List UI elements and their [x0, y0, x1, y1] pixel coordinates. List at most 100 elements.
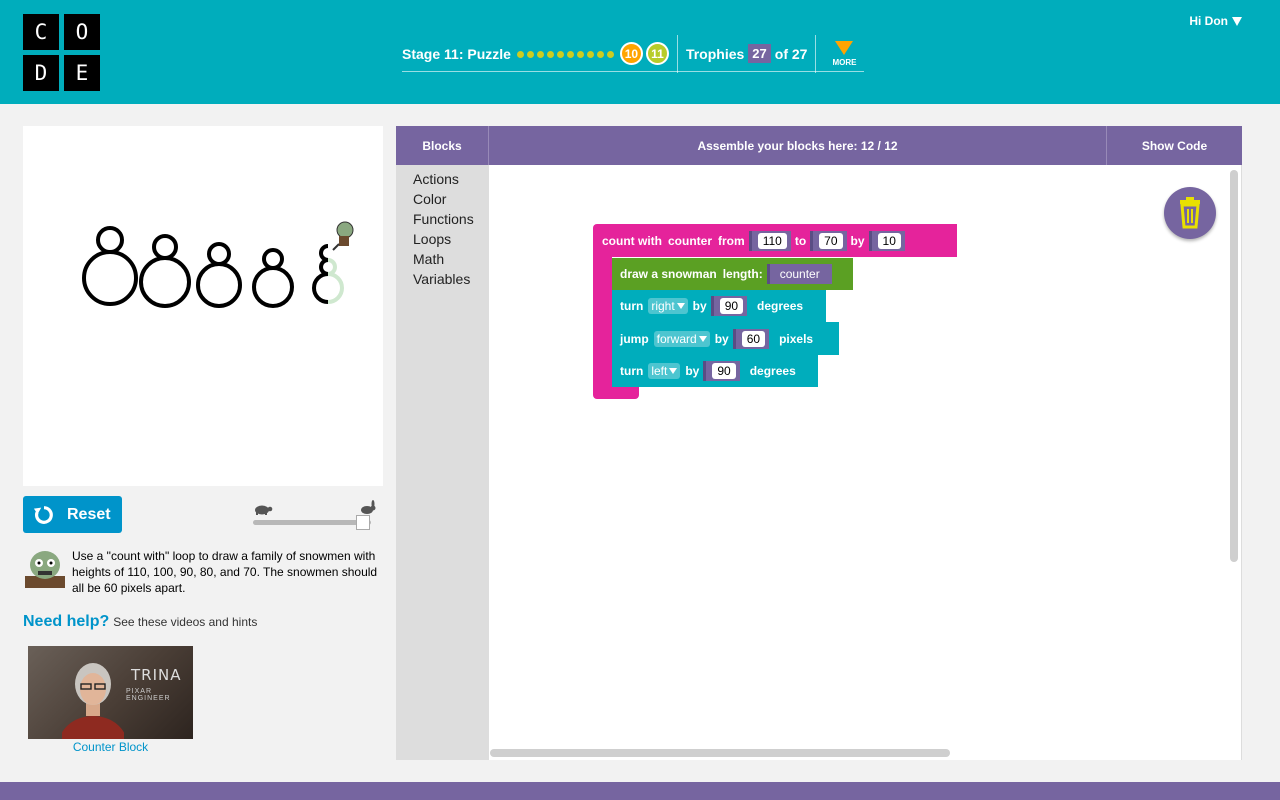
turn-value[interactable]: 90 — [719, 298, 744, 314]
slider-thumb[interactable] — [356, 515, 370, 530]
toolbox-category-variables[interactable]: Variables — [396, 271, 489, 291]
video-presenter-name: TRINA — [131, 666, 182, 684]
puzzle-dot[interactable] — [526, 50, 534, 58]
header-divider — [676, 34, 678, 73]
puzzle-dot[interactable] — [586, 50, 594, 58]
vertical-scrollbar[interactable] — [1230, 170, 1238, 562]
count-loop-bottom[interactable] — [593, 386, 639, 399]
toolbox-category-color[interactable]: Color — [396, 191, 489, 211]
visualization-canvas — [23, 126, 383, 486]
slider-track[interactable] — [253, 520, 371, 525]
turn-value-socket: 90 — [703, 361, 740, 381]
turtle-icon — [255, 505, 273, 515]
speed-slider[interactable] — [251, 500, 379, 532]
assemble-label: Assemble your blocks here: 12 / 12 — [697, 138, 898, 153]
by-value[interactable]: 10 — [877, 232, 901, 249]
turn-right-block[interactable]: turn right by 90 degrees — [612, 290, 826, 322]
video-caption-link[interactable]: Counter Block — [28, 740, 193, 754]
turn-left-block[interactable]: turn left by 90 degrees — [612, 355, 818, 387]
toolbox-category-actions[interactable]: Actions — [396, 171, 489, 191]
snowman-head — [152, 234, 178, 260]
blocks-tab: Blocks — [396, 126, 489, 165]
count-with-label: count with — [602, 233, 662, 248]
to-value[interactable]: 70 — [819, 232, 843, 249]
by-label: by — [692, 299, 707, 313]
count-with-block[interactable]: count with counter from 110 to 70 by 10 — [593, 224, 957, 257]
toolbox-category-loops[interactable]: Loops — [396, 231, 489, 251]
to-label: to — [794, 233, 807, 248]
from-label: from — [718, 233, 745, 248]
puzzle-dot[interactable] — [606, 50, 614, 58]
snowman-body — [82, 250, 138, 306]
more-arrow-icon — [835, 40, 854, 55]
count-loop-body-bar[interactable] — [593, 257, 612, 387]
jump-value-socket: 60 — [732, 328, 770, 349]
horizontal-scrollbar[interactable] — [490, 749, 950, 757]
to-value-socket: 70 — [810, 230, 847, 251]
current-puzzle-bubble[interactable]: 10 — [619, 42, 643, 65]
more-label: MORE — [832, 57, 857, 67]
toolbox-category-functions[interactable]: Functions — [396, 211, 489, 231]
length-variable[interactable]: counter — [766, 264, 832, 284]
jump-value[interactable]: 60 — [741, 330, 766, 347]
counter-variable[interactable]: counter — [668, 234, 712, 248]
logo-letter: D — [23, 55, 59, 91]
trophies-count: 27 — [748, 44, 771, 63]
by-label: by — [714, 331, 729, 346]
puzzle-dot[interactable] — [536, 50, 544, 58]
turn-direction-dropdown[interactable]: right — [648, 298, 688, 314]
draw-snowman-label: draw a snowman — [620, 267, 717, 281]
stage-progress: Stage 11: Puzzle 10 11 Trophies 27 of 27… — [402, 34, 865, 73]
reset-icon — [33, 505, 53, 524]
puzzle-dot[interactable] — [596, 50, 604, 58]
footer-bar — [0, 782, 1280, 800]
draw-snowman-block[interactable]: draw a snowman length: counter — [612, 258, 853, 290]
by-value-socket: 10 — [868, 230, 905, 251]
help-subtitle: See these videos and hints — [113, 615, 258, 629]
video-thumbnail[interactable]: TRINA PIXAR ENGINEER — [28, 646, 193, 739]
turn-direction-dropdown[interactable]: left — [648, 363, 681, 379]
snowman-guide — [327, 258, 344, 304]
progress-dots — [516, 45, 617, 63]
more-button[interactable]: MORE — [824, 40, 864, 67]
code-logo[interactable]: C O D E — [23, 14, 100, 91]
reset-label: Reset — [67, 505, 111, 523]
puzzle-dot[interactable] — [576, 50, 584, 58]
from-value[interactable]: 110 — [757, 232, 787, 249]
help-section: Need help? See these videos and hints — [23, 613, 257, 631]
puzzle-dot[interactable] — [556, 50, 564, 58]
header: C O D E Stage 11: Puzzle 10 11 Trophies … — [0, 0, 1280, 104]
reset-button[interactable]: Reset — [23, 496, 122, 533]
user-menu[interactable]: Hi Don — [1189, 14, 1242, 28]
header-divider — [815, 34, 817, 73]
jump-forward-block[interactable]: jump forward by 60 pixels — [612, 322, 839, 355]
instructions: Use a "count with" loop to draw a family… — [23, 548, 383, 596]
zombie-avatar-icon — [25, 551, 65, 588]
toolbox-category-math[interactable]: Math — [396, 251, 489, 271]
trash-can[interactable] — [1164, 187, 1216, 239]
by-label: by — [850, 233, 865, 248]
snowman-head — [207, 242, 231, 266]
logo-letter: O — [64, 14, 100, 50]
from-value-socket: 110 — [748, 230, 791, 251]
show-code-button[interactable]: Show Code — [1106, 126, 1242, 165]
caret-down-icon — [1232, 16, 1242, 26]
turn-direction-value: left — [651, 364, 668, 378]
degrees-label: degrees — [749, 364, 796, 378]
presenter-image — [62, 663, 124, 739]
degrees-label: degrees — [757, 299, 804, 313]
next-puzzle-bubble[interactable]: 11 — [645, 42, 669, 65]
jump-direction-value: forward — [656, 331, 697, 346]
workspace-header: Blocks Assemble your blocks here: 12 / 1… — [396, 126, 1242, 165]
dropdown-caret-icon — [676, 303, 685, 309]
puzzle-dot[interactable] — [546, 50, 554, 58]
puzzle-dot[interactable] — [566, 50, 574, 58]
turn-label: turn — [620, 299, 644, 313]
puzzle-dot[interactable] — [516, 50, 524, 58]
by-label: by — [685, 364, 700, 378]
logo-letter: E — [64, 55, 100, 91]
trophies-total: of 27 — [774, 45, 808, 62]
turn-value[interactable]: 90 — [712, 363, 736, 379]
jump-direction-dropdown[interactable]: forward — [653, 330, 710, 347]
length-label: length: — [722, 267, 763, 281]
